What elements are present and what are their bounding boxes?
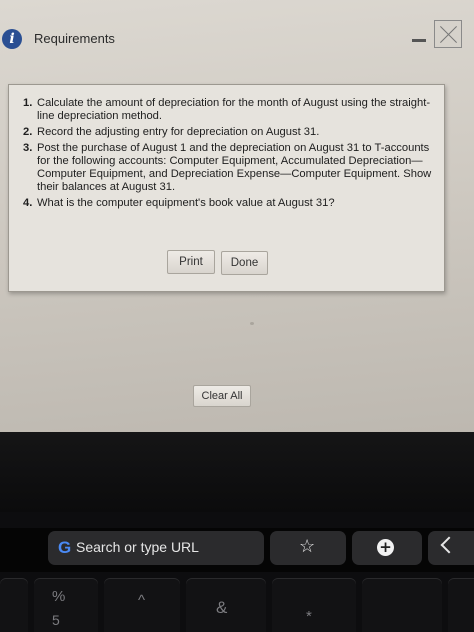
requirement-text: Post the purchase of August 1 and the de… — [37, 142, 432, 193]
key-ampersand[interactable]: & — [186, 578, 266, 632]
screen-smudge — [250, 322, 254, 325]
list-item: 1. Calculate the amount of depreciation … — [23, 97, 433, 123]
star-icon: ☆ — [299, 536, 316, 556]
key[interactable] — [362, 578, 442, 632]
done-button[interactable]: Done — [221, 251, 268, 275]
key[interactable] — [0, 578, 28, 632]
key-label: % — [52, 588, 66, 605]
search-label: Search or type URL — [76, 539, 199, 555]
info-icon: i — [2, 29, 22, 49]
requirement-text: Calculate the amount of depreciation for… — [37, 97, 431, 122]
close-icon[interactable] — [434, 20, 462, 48]
key[interactable] — [448, 578, 474, 632]
dialog-title: Requirements — [34, 31, 115, 46]
print-button[interactable]: Print — [167, 250, 215, 274]
key-label: 5 — [52, 612, 60, 628]
requirement-text: What is the computer equipment's book va… — [37, 197, 335, 209]
plus-icon: + — [377, 539, 394, 556]
key-label: & — [216, 598, 228, 617]
key-caret[interactable]: ^ — [104, 578, 180, 632]
clear-all-button[interactable]: Clear All — [193, 385, 251, 407]
list-item: 2. Record the adjusting entry for deprec… — [23, 126, 433, 139]
key-label: ^ — [138, 592, 146, 609]
requirement-number: 4. — [23, 197, 33, 209]
dialog-header: i Requirements — [0, 18, 474, 70]
key-asterisk[interactable]: * — [272, 578, 356, 632]
key-percent[interactable]: % 5 — [34, 578, 98, 632]
requirement-number: 1. — [23, 97, 33, 109]
minimize-icon[interactable] — [412, 39, 426, 42]
screen: i Requirements 1. Calculate the amount o… — [0, 0, 474, 432]
google-icon: G — [58, 538, 72, 557]
requirement-number: 3. — [23, 142, 33, 154]
list-item: 4. What is the computer equipment's book… — [23, 197, 433, 210]
requirement-number: 2. — [23, 126, 33, 138]
key-label: * — [306, 608, 312, 625]
list-item: 3. Post the purchase of August 1 and the… — [23, 142, 433, 194]
requirement-text: Record the adjusting entry for depreciat… — [37, 126, 320, 138]
laptop-bezel — [0, 432, 474, 512]
requirements-list: 1. Calculate the amount of depreciation … — [23, 97, 433, 213]
